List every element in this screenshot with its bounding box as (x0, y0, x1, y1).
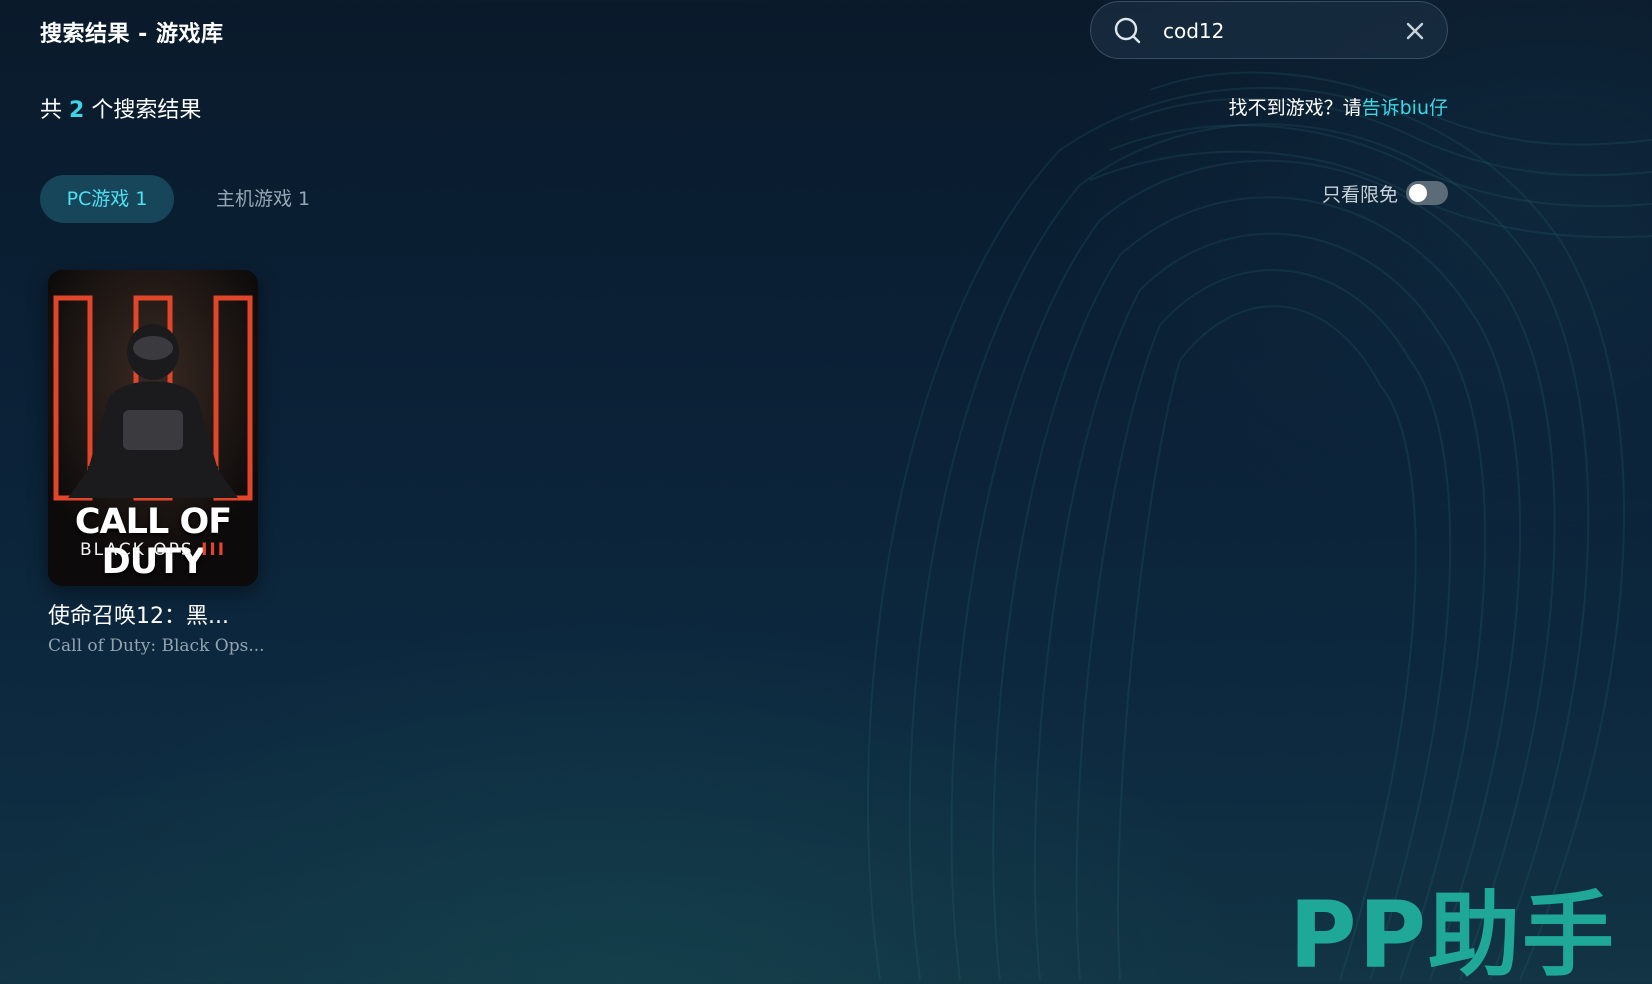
search-input[interactable] (1163, 14, 1383, 48)
toggle-knob (1409, 184, 1427, 202)
tab-console-games[interactable]: 主机游戏 1 (216, 175, 310, 223)
feedback-prompt: 找不到游戏？请告诉biu仔 (1229, 93, 1448, 120)
search-icon (1114, 17, 1141, 44)
free-only-filter: 只看限免 (1322, 178, 1448, 208)
feedback-text: 找不到游戏？请 (1228, 97, 1362, 119)
feedback-link[interactable]: 告诉biu仔 (1362, 97, 1448, 119)
close-icon[interactable] (1405, 21, 1425, 41)
result-count-suffix: 个搜索结果 (91, 98, 202, 123)
game-cover-subtitle-text: BLACK OPS (79, 540, 194, 560)
free-only-toggle[interactable] (1406, 181, 1448, 205)
search-box[interactable] (1090, 1, 1448, 59)
result-count-number: 2 (69, 98, 85, 123)
game-cover-subtitle: BLACK OPS III (48, 540, 258, 560)
result-count: 共 2 个搜索结果 (40, 92, 201, 124)
tab-pc-games[interactable]: PC游戏 1 (40, 175, 174, 223)
game-card[interactable]: CALL OF DUTY BLACK OPS III 使命召唤12：黑... C… (48, 270, 265, 656)
free-only-label: 只看限免 (1321, 183, 1398, 206)
game-cover[interactable]: CALL OF DUTY BLACK OPS III (48, 270, 258, 586)
game-name[interactable]: 使命召唤12：黑... (48, 598, 260, 630)
pp-assistant-logo: PP助手 (1289, 882, 1616, 984)
game-cover-roman: III (201, 540, 227, 560)
page-title: 搜索结果 - 游戏库 (40, 22, 224, 47)
game-english-name: Call of Duty: Black Ops... (48, 636, 265, 656)
result-count-prefix: 共 (40, 98, 63, 123)
